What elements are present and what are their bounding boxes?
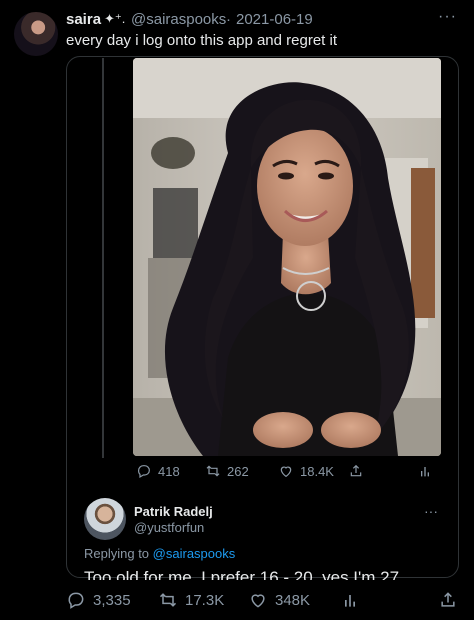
quoted-share-button[interactable] bbox=[348, 463, 364, 479]
like-icon bbox=[280, 466, 292, 478]
thread-line bbox=[102, 58, 104, 458]
author-handle[interactable]: @sairaspooks bbox=[131, 11, 226, 28]
reply-text-container: Too old for me. I prefer 16 - 20, yes I'… bbox=[84, 568, 459, 580]
reply-author-name[interactable]: Patrik Radelj bbox=[134, 504, 213, 519]
quoted-analytics-button[interactable] bbox=[417, 463, 433, 479]
share-button[interactable] bbox=[438, 590, 458, 610]
tweet-text: every day i log onto this app and regret… bbox=[66, 32, 337, 49]
bottom-action-bar: 3,335 17.3K 348K bbox=[0, 584, 474, 620]
author-name-decoration: ✦⁺. bbox=[104, 11, 126, 26]
share-icon bbox=[350, 464, 362, 477]
analytics-icon bbox=[421, 467, 429, 477]
author-avatar[interactable] bbox=[14, 12, 58, 56]
share-icon bbox=[441, 592, 455, 607]
quoted-reply-button[interactable]: 418 bbox=[136, 463, 180, 479]
analytics-button[interactable] bbox=[340, 590, 360, 610]
more-icon[interactable]: ··· bbox=[438, 8, 457, 26]
retweet-button[interactable]: 17.3K bbox=[158, 590, 224, 610]
reply-text: Too old for me. I prefer 16 - 20, yes I'… bbox=[84, 568, 404, 580]
quoted-like-count: 18.4K bbox=[300, 463, 334, 479]
reply-icon bbox=[138, 465, 150, 479]
quoted-retweet-count: 262 bbox=[227, 463, 249, 479]
retweet-icon bbox=[159, 593, 177, 607]
reply-icon bbox=[68, 592, 84, 609]
reply-more-icon[interactable]: ··· bbox=[424, 503, 438, 519]
retweet-icon bbox=[206, 465, 220, 477]
analytics-icon bbox=[345, 595, 355, 607]
like-button[interactable]: 348K bbox=[248, 590, 310, 610]
like-icon bbox=[251, 594, 265, 608]
reply-button[interactable]: 3,335 bbox=[66, 590, 131, 610]
tweet-photo[interactable] bbox=[133, 58, 441, 456]
quoted-reply-count: 418 bbox=[158, 463, 180, 479]
tweet-date[interactable]: 2021-06-19 bbox=[236, 11, 313, 28]
reply-author-handle[interactable]: @yustforfun bbox=[134, 520, 204, 535]
quoted-retweet-button[interactable]: 262 bbox=[205, 463, 249, 479]
retweet-count: 17.3K bbox=[185, 591, 225, 609]
header-separator: · bbox=[226, 11, 231, 28]
replying-prefix: Replying to bbox=[84, 546, 150, 561]
author-name[interactable]: saira bbox=[66, 11, 101, 28]
photo-illustration bbox=[133, 58, 441, 456]
like-count: 348K bbox=[275, 591, 311, 609]
reply-author-avatar[interactable] bbox=[84, 498, 126, 540]
replying-to-handle-link[interactable]: @sairaspooks bbox=[153, 546, 236, 561]
reply-count: 3,335 bbox=[93, 591, 131, 609]
replying-to-line: Replying to @sairaspooks bbox=[84, 546, 235, 561]
quoted-like-button[interactable]: 18.4K bbox=[278, 463, 334, 479]
